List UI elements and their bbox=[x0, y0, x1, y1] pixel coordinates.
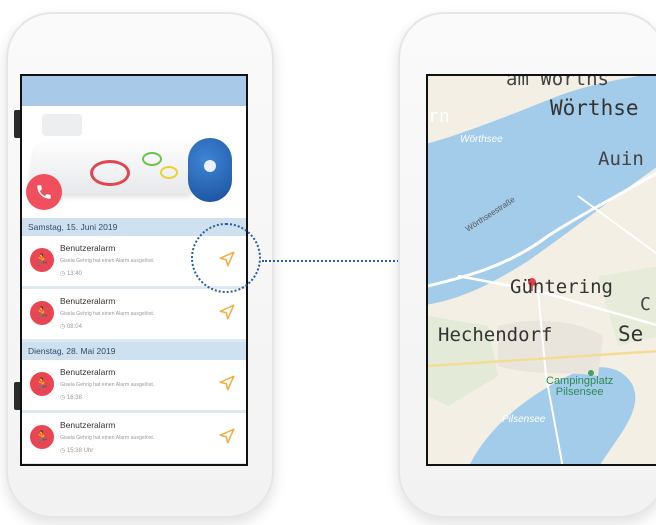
map-label-guntering: Güntering bbox=[510, 276, 613, 298]
person-alarm-icon: 🏃 bbox=[30, 372, 54, 396]
person-alarm-icon: 🏃 bbox=[30, 248, 54, 272]
map-label-left: rn bbox=[428, 106, 450, 127]
clock-icon: ◷ bbox=[60, 271, 66, 277]
map-screen[interactable]: am Wörths rn Wörthse Wörthsee Auin Wörth… bbox=[426, 74, 656, 466]
alarm-time: ◷ 13:40 bbox=[60, 270, 82, 277]
red-ring-button bbox=[90, 160, 130, 186]
phone-right: am Wörths rn Wörthse Wörthsee Auin Wörth… bbox=[398, 12, 656, 518]
yellow-ring-button bbox=[160, 166, 178, 179]
alarm-time-value: 08:04 bbox=[66, 324, 82, 330]
alarm-item[interactable]: 🏃 Benutzeralarm Gisela Gehrig hat einen … bbox=[22, 413, 246, 464]
clock-icon: ◷ bbox=[60, 448, 66, 454]
map-label-pilsensee: Pilsensee bbox=[502, 414, 546, 425]
map-label-top: am Wörths bbox=[506, 74, 609, 90]
alarm-time-value: 15:38 Uhr bbox=[66, 448, 94, 454]
navigation-arrow-icon[interactable] bbox=[218, 427, 236, 445]
highlight-circle bbox=[191, 223, 261, 293]
green-ring-button bbox=[142, 152, 162, 166]
alarm-title: Benutzeralarm bbox=[60, 367, 116, 377]
clock-icon: ◷ bbox=[60, 395, 66, 401]
pendant-button bbox=[204, 160, 216, 172]
clock-icon: ◷ bbox=[60, 324, 66, 330]
map-label-campingplatz: Campingplatz Pilsensee bbox=[546, 376, 613, 398]
alarm-item[interactable]: 🏃 Benutzeralarm Gisela Gehrig hat einen … bbox=[22, 289, 246, 342]
phone-icon bbox=[37, 185, 51, 199]
app-header-bar bbox=[22, 76, 246, 106]
alarm-description: Gisela Gehrig hat einen Alarm ausgelöst. bbox=[60, 258, 155, 264]
person-alarm-icon: 🏃 bbox=[30, 425, 54, 449]
alarm-time: ◷ 15:38 Uhr bbox=[60, 447, 93, 454]
alarm-time: ◷ 08:04 bbox=[60, 323, 82, 330]
alarm-title: Benutzeralarm bbox=[60, 243, 116, 253]
alarm-time-value: 16:38 bbox=[66, 395, 82, 401]
alarm-time-value: 13:40 bbox=[66, 271, 82, 277]
alarm-description: Gisela Gehrig hat einen Alarm ausgelöst. bbox=[60, 382, 155, 388]
date-header: Dienstag, 28. Mai 2019 bbox=[22, 342, 246, 360]
map-label-auin: Auin bbox=[598, 148, 644, 170]
map-label-worthsee-lake: Wörthsee bbox=[460, 134, 503, 145]
device-stand bbox=[42, 114, 82, 136]
map-label-c: C bbox=[640, 294, 651, 315]
alarm-pendant bbox=[188, 138, 232, 202]
person-alarm-icon: 🏃 bbox=[30, 301, 54, 325]
navigation-arrow-icon[interactable] bbox=[218, 303, 236, 321]
alarm-time: ◷ 16:38 bbox=[60, 394, 82, 401]
campingplatz-line2: Pilsensee bbox=[555, 386, 604, 398]
alarm-title: Benutzeralarm bbox=[60, 420, 116, 430]
alarm-title: Benutzeralarm bbox=[60, 296, 116, 306]
map-label-worthsee-big: Wörthse bbox=[550, 96, 639, 120]
map-label-se: Se bbox=[618, 322, 644, 346]
map-label-hechendorf: Hechendorf bbox=[438, 324, 553, 346]
alarm-description: Gisela Gehrig hat einen Alarm ausgelöst. bbox=[60, 435, 155, 441]
call-button[interactable] bbox=[26, 174, 62, 210]
alarm-description: Gisela Gehrig hat einen Alarm ausgelöst. bbox=[60, 311, 155, 317]
navigation-arrow-icon[interactable] bbox=[218, 374, 236, 392]
alarm-item[interactable]: 🏃 Benutzeralarm Gisela Gehrig hat einen … bbox=[22, 360, 246, 413]
